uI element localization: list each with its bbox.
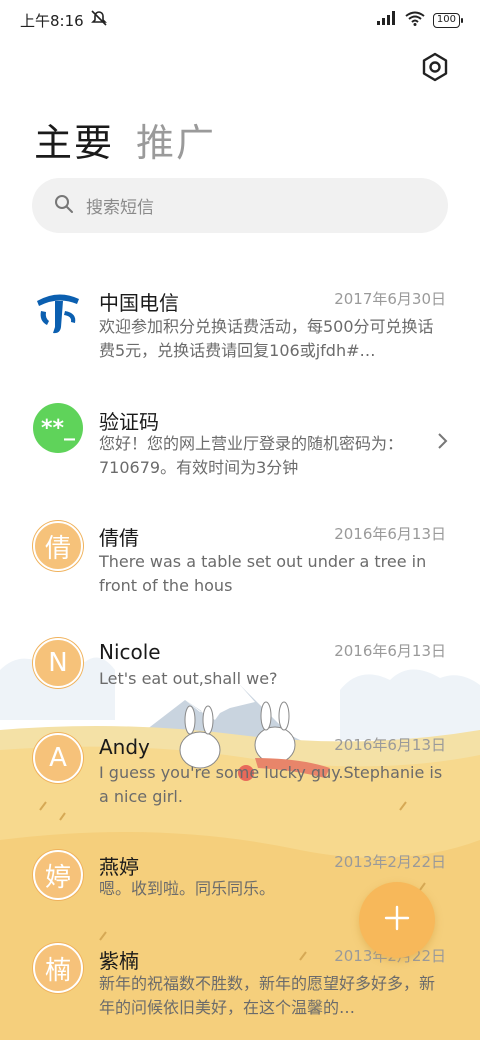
compose-button[interactable] — [359, 882, 435, 958]
status-time: 上午8:16 — [20, 11, 84, 30]
conversation-item[interactable]: 倩 倩倩 2016年6月13日 There was a table set ou… — [0, 514, 480, 624]
battery-icon: 100 — [432, 12, 464, 28]
conversation-name: Andy — [99, 735, 150, 759]
category-tabs: 主要 推广 — [34, 112, 216, 167]
conversation-name: 紫楠 — [99, 949, 139, 973]
conversation-name: 倩倩 — [99, 526, 139, 550]
conversation-snippet: 新年的祝福数不胜数，新年的愿望好多好多，新年的问候依旧美好，在这个温馨的… — [99, 974, 436, 1017]
mute-icon — [90, 10, 108, 30]
conversation-snippet: 您好！您的网上营业厅登录的随机密码为：710679。有效时间为3分钟 — [99, 434, 404, 477]
conversation-name: 中国电信 — [99, 291, 179, 315]
conversation-name: 燕婷 — [99, 855, 139, 879]
contact-avatar: N — [33, 638, 83, 688]
conversation-item[interactable]: A Andy 2016年6月13日 I guess you're some lu… — [0, 728, 480, 838]
status-bar: 上午8:16 100 — [0, 0, 480, 40]
tab-promotions[interactable]: 推广 — [136, 112, 216, 167]
conversation-item[interactable]: 中国电信 2017年6月30日 欢迎参加积分兑换话费活动，每500分可兑换话费5… — [0, 277, 480, 387]
china-telecom-logo-icon — [33, 287, 83, 337]
settings-hexagon-icon — [421, 52, 449, 86]
wifi-icon — [405, 11, 425, 30]
search-icon — [54, 194, 74, 218]
search-bar[interactable]: 搜索短信 — [32, 178, 448, 233]
search-placeholder: 搜索短信 — [86, 198, 154, 218]
conversation-item[interactable]: **_ 验证码 您好！您的网上营业厅登录的随机密码为：710679。有效时间为3… — [0, 396, 480, 506]
conversation-date: 2016年6月13日 — [334, 525, 446, 543]
settings-button[interactable] — [418, 52, 452, 86]
chevron-right-icon — [436, 432, 448, 454]
signal-icon — [376, 11, 397, 29]
conversation-snippet: 欢迎参加积分兑换话费活动，每500分可兑换话费5元，兑换话费请回复106或jfd… — [99, 317, 434, 360]
conversation-name: 验证码 — [99, 410, 159, 434]
conversation-date: 2016年6月13日 — [334, 642, 446, 660]
contact-avatar: 婷 — [33, 850, 83, 900]
conversation-snippet: Let's eat out,shall we? — [99, 669, 278, 688]
contact-avatar: 楠 — [33, 943, 83, 993]
contact-avatar: 倩 — [33, 521, 83, 571]
tab-main[interactable]: 主要 — [34, 112, 114, 167]
conversation-date: 2013年2月22日 — [334, 853, 446, 871]
conversation-name: Nicole — [99, 640, 161, 664]
verification-code-avatar: **_ — [33, 403, 83, 453]
conversation-date: 2017年6月30日 — [334, 290, 446, 308]
conversation-snippet: There was a table set out under a tree i… — [99, 552, 427, 595]
plus-icon — [383, 904, 411, 936]
conversation-snippet: I guess you're some lucky guy.Stephanie … — [99, 763, 443, 806]
contact-avatar: A — [33, 733, 83, 783]
conversation-date: 2016年6月13日 — [334, 736, 446, 754]
